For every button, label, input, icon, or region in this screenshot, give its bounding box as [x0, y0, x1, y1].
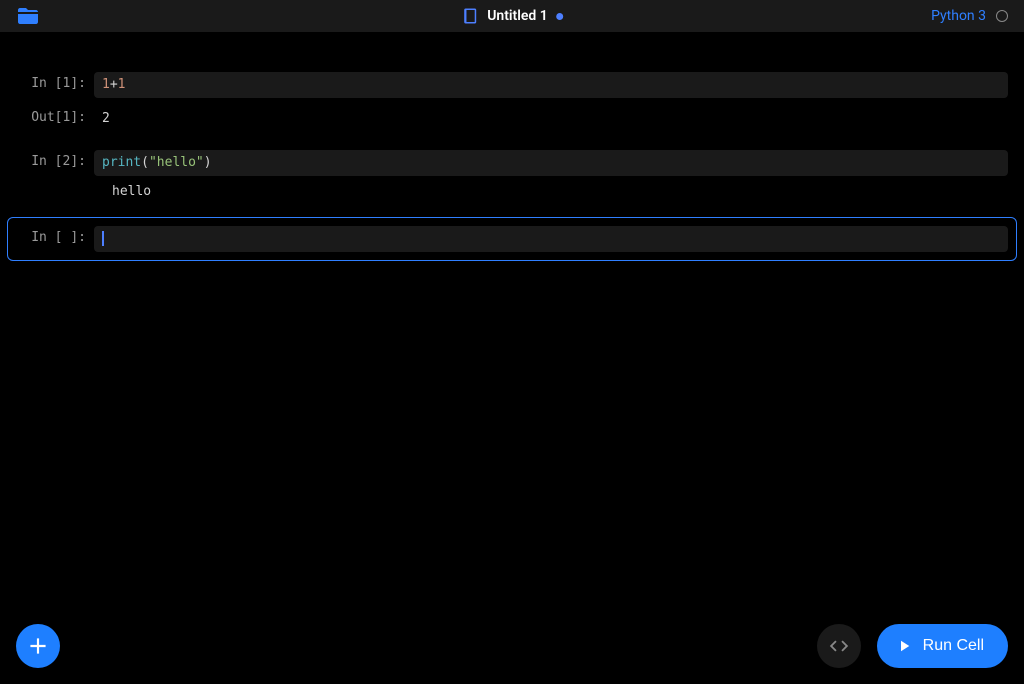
header-right: Python 3	[931, 8, 1008, 24]
header-bar: Untitled 1 Python 3	[0, 0, 1024, 32]
kernel-status-icon	[996, 10, 1008, 22]
code-toggle-button[interactable]	[817, 624, 861, 668]
notebook-body: In [1]: 1+1 Out[1]: 2 In [2]: print("hel…	[0, 32, 1024, 261]
files-icon[interactable]	[16, 4, 40, 28]
cell[interactable]: In [1]: 1+1 Out[1]: 2	[16, 72, 1008, 132]
input-prompt: In [ ]:	[16, 226, 94, 245]
play-icon	[895, 637, 913, 655]
code-input[interactable]: print("hello")	[94, 150, 1008, 176]
stdout-output: hello	[112, 184, 151, 199]
modified-indicator-icon	[556, 13, 563, 20]
code-input[interactable]	[94, 226, 1008, 252]
stdout-spacer	[16, 184, 112, 199]
active-cell[interactable]: In [ ]:	[7, 217, 1017, 261]
cell[interactable]: In [2]: print("hello") hello	[16, 150, 1008, 199]
code-input[interactable]: 1+1	[94, 72, 1008, 98]
header-title-group: Untitled 1	[461, 7, 563, 25]
bottom-bar: Run Cell	[0, 624, 1024, 668]
input-prompt: In [1]:	[16, 72, 94, 91]
cursor-icon	[102, 231, 104, 246]
plus-icon	[25, 633, 51, 659]
run-cell-label: Run Cell	[923, 637, 984, 655]
kernel-selector[interactable]: Python 3	[931, 8, 986, 24]
input-prompt: In [2]:	[16, 150, 94, 169]
output-value: 2	[94, 106, 1008, 132]
notebook-icon	[461, 7, 479, 25]
add-cell-button[interactable]	[16, 624, 60, 668]
run-cell-button[interactable]: Run Cell	[877, 624, 1008, 668]
code-icon	[828, 635, 850, 657]
output-prompt: Out[1]:	[16, 106, 94, 125]
document-title[interactable]: Untitled 1	[487, 8, 548, 24]
